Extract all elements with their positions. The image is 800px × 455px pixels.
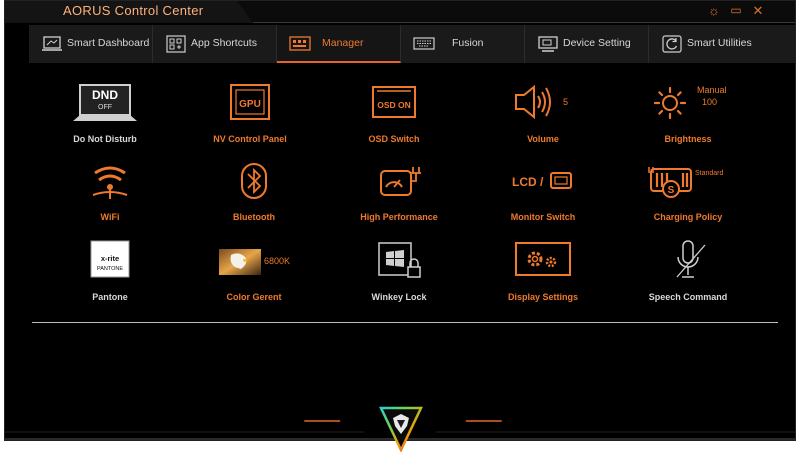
tab-label: Device Setting: [563, 37, 631, 49]
section-divider: [32, 322, 778, 323]
manager-panel-icon: [289, 36, 311, 51]
svg-text:S: S: [668, 185, 675, 196]
speech-label: Speech Command: [648, 292, 728, 302]
lcd-text: LCD /: [512, 175, 544, 189]
brightness-value: 100: [702, 97, 718, 107]
tab-fusion[interactable]: Fusion: [401, 25, 525, 63]
close-icon[interactable]: ✕: [749, 3, 767, 19]
charging-icon: S: [648, 167, 692, 198]
monitor-icon: [538, 36, 558, 52]
laptop-dnd-icon: DND OFF: [73, 84, 137, 121]
performance-label: High Performance: [360, 212, 438, 222]
title-divider: [253, 22, 795, 23]
app-window: AORUS Control Center ☼ ▭ ✕ Smart Dashboa…: [4, 0, 796, 452]
osd-label: OSD Switch: [368, 134, 420, 144]
tab-bar: Smart Dashboard App Shortcuts Manager Fu…: [29, 25, 795, 65]
lcd-switch-icon: LCD /: [512, 172, 572, 189]
keyboard-icon: [413, 37, 435, 50]
charging-mode: Standard: [695, 170, 724, 177]
aorus-logo-icon: [379, 406, 423, 452]
dnd-text: DND: [92, 88, 118, 102]
color-gerent-label: Color Gerent: [226, 292, 282, 302]
tab-label: Smart Dashboard: [67, 37, 150, 49]
display-settings-label: Display Settings: [507, 292, 579, 302]
tab-device-setting[interactable]: Device Setting: [525, 25, 649, 63]
winkey-label: Winkey Lock: [371, 292, 427, 302]
tab-app-shortcuts[interactable]: App Shortcuts: [153, 25, 277, 63]
pantone-logo-top: x-rite: [101, 254, 119, 263]
dnd-label: Do Not Disturb: [73, 134, 137, 144]
color-temp-value: 6800K: [264, 256, 291, 266]
dnd-state: OFF: [98, 104, 112, 111]
laptop-icon: [42, 36, 62, 51]
gpu-text: GPU: [239, 99, 261, 110]
nv-label: NV Control Panel: [213, 134, 287, 144]
tab-smart-utilities[interactable]: Smart Utilities: [649, 25, 795, 63]
app-title: AORUS Control Center: [63, 3, 204, 18]
app-grid-icon: [166, 35, 186, 53]
settings-icon[interactable]: ☼: [705, 3, 723, 18]
bluetooth-label: Bluetooth: [233, 212, 275, 222]
wifi-label: WiFi: [100, 212, 120, 222]
monitor-switch-label: Monitor Switch: [510, 212, 576, 222]
sun-icon: [653, 86, 687, 120]
tab-label: Manager: [322, 37, 364, 49]
wifi-icon: [92, 166, 128, 199]
pantone-logo-bottom: PANTONE: [97, 266, 123, 272]
title-bar[interactable]: AORUS Control Center ☼ ▭ ✕: [5, 1, 795, 23]
performance-icon: [380, 167, 421, 196]
speaker-icon: [515, 84, 551, 120]
tab-label: Smart Utilities: [687, 37, 752, 49]
eagle-image-icon: [219, 249, 261, 275]
tab-manager[interactable]: Manager: [277, 25, 401, 63]
refresh-icon: [662, 35, 682, 53]
pantone-logo-icon: x-rite PANTONE: [90, 240, 130, 278]
osd-text: OSD ON: [377, 100, 411, 110]
tab-label: App Shortcuts: [191, 37, 257, 49]
tab-label: Fusion: [452, 37, 484, 49]
gpu-icon: GPU: [230, 84, 270, 120]
bluetooth-icon: [241, 163, 267, 199]
brightness-mode: Manual: [697, 85, 727, 95]
restore-icon[interactable]: ▭: [727, 3, 745, 17]
windows-lock-icon: [378, 242, 421, 278]
charging-label: Charging Policy: [653, 212, 723, 222]
pantone-label: Pantone: [92, 292, 128, 302]
brightness-label: Brightness: [664, 134, 712, 144]
display-gear-icon: [515, 242, 571, 276]
tab-smart-dashboard[interactable]: Smart Dashboard: [29, 25, 153, 63]
osd-icon: OSD ON: [372, 86, 416, 118]
volume-value: 5: [563, 97, 569, 107]
volume-label: Volume: [527, 134, 559, 144]
microphone-off-icon: [676, 240, 706, 278]
